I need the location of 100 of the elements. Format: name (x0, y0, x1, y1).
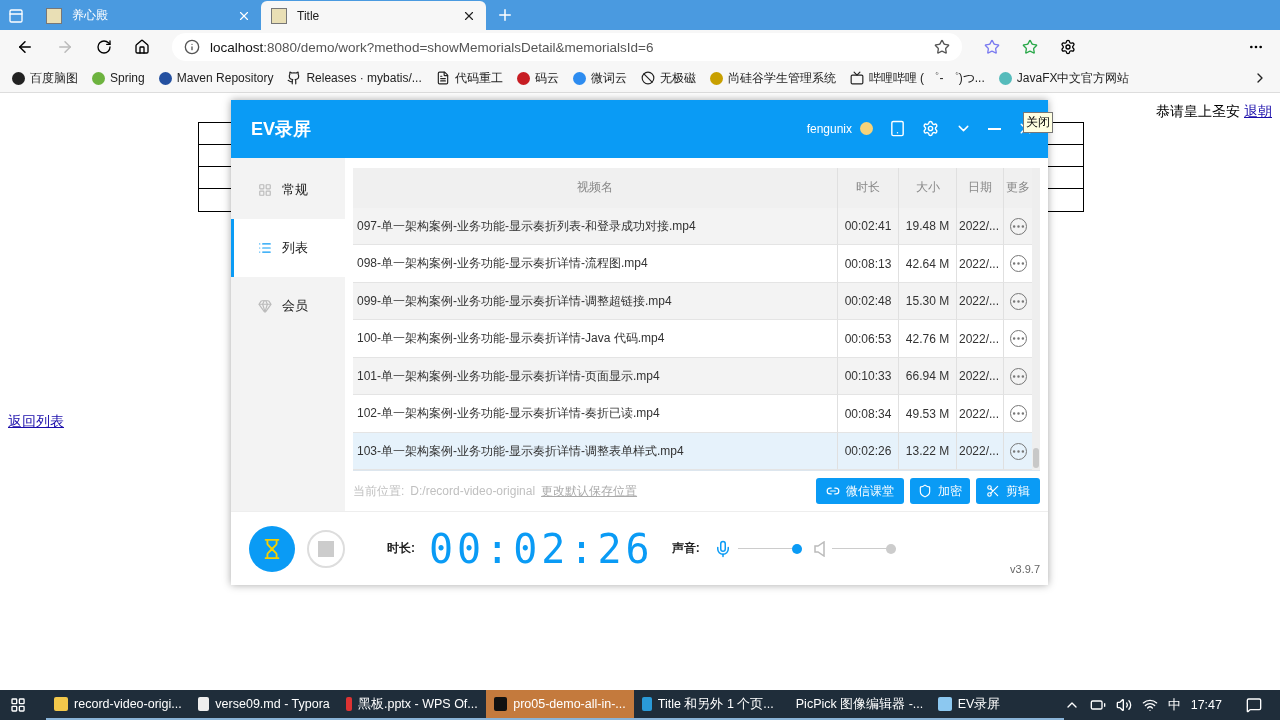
sound-label: 声音: (671, 540, 700, 558)
favorite-icon (934, 39, 950, 55)
back-link[interactable]: 返回列表 (8, 413, 64, 429)
table-cell: 42.76 M (899, 320, 957, 358)
app-icon (641, 697, 652, 711)
back-icon (16, 38, 34, 56)
table-cell: 101-单一架构案例-业务功能-显示奏折详情-页面显示.mp4 (353, 357, 838, 396)
info-icon (184, 39, 200, 55)
scissors-icon (986, 484, 1000, 499)
duration-label: 时长: (387, 540, 415, 558)
greeting-text: 恭请皇上圣安 (1156, 103, 1240, 121)
table-cell: 00:08:34 (838, 395, 899, 433)
app-title: EV录屏 (251, 117, 312, 141)
taskbar-item[interactable]: Title 和另外 1 个页... (633, 690, 782, 720)
table-cell: 00:10:33 (838, 357, 899, 396)
volume-icon (1115, 697, 1132, 713)
bookmark[interactable]: 哔哩哔哩 ( ゜- ゜)つ... (849, 69, 985, 87)
bookmark-icon (572, 71, 586, 85)
taskbar-item[interactable]: 黑板.pptx - WPS Of... (337, 690, 486, 720)
slider-thumb[interactable] (885, 543, 896, 554)
notification-icon (1246, 697, 1262, 713)
slider-thumb[interactable] (791, 543, 802, 554)
app-icon (493, 697, 508, 711)
taskbar-item[interactable]: EV录屏 (929, 690, 1064, 720)
bookmark-icon (92, 71, 105, 85)
nav-item[interactable]: 常规 (231, 160, 345, 219)
table-cell: 102-单一架构案例-业务功能-显示奏折详情-奏折已读.mp4 (353, 395, 838, 433)
minimize-icon[interactable] (988, 127, 1001, 130)
column-header: 日期 (957, 167, 1004, 208)
nav-item[interactable]: 列表 (231, 218, 345, 277)
bookmark[interactable]: 微词云 (572, 69, 627, 87)
app-icon (54, 697, 69, 711)
scrollbar[interactable] (1032, 167, 1040, 471)
table-cell: 49.53 M (899, 395, 957, 433)
favicon-icon (271, 7, 287, 24)
column-header: 大小 (899, 167, 957, 208)
tab-actions-icon (8, 8, 24, 24)
windows-start-icon (10, 696, 27, 714)
battery-icon (1089, 697, 1106, 713)
tablet-icon (889, 120, 906, 138)
bookmark-icon (516, 71, 530, 85)
column-header: 视频名 (353, 167, 838, 208)
table-cell: 2022/... (957, 395, 1004, 433)
bookmark-icon (435, 71, 450, 85)
bookmark-icon (158, 71, 172, 85)
shield-icon (918, 484, 932, 499)
forward-icon (56, 38, 74, 56)
gem-icon (258, 298, 272, 313)
table-cell: 103-单一架构案例-业务功能-显示奏折详情-调整表单样式.mp4 (353, 432, 838, 471)
bookmark[interactable]: Releases · mybatis/... (287, 71, 422, 85)
table-cell: 00:02:48 (838, 282, 899, 321)
table-cell: 2022/... (957, 357, 1004, 396)
table-cell: 097-单一架构案例-业务功能-显示奏折列表-和登录成功对接.mp4 (353, 207, 838, 246)
bookmark[interactable]: Spring (92, 71, 145, 85)
user-name: fengunix (806, 121, 852, 136)
clock: 17:47 (1190, 698, 1222, 712)
taskbar-item[interactable]: PicPick 图像编辑器 -... (781, 690, 930, 720)
stop-button[interactable] (307, 529, 345, 568)
table-cell: 00:06:53 (838, 320, 899, 358)
coin-icon (860, 122, 873, 136)
taskbar-item[interactable]: verse09.md - Typora (189, 690, 338, 720)
table-cell: 13.22 M (899, 432, 957, 471)
bookmark-icon (709, 71, 723, 85)
taskbar-item[interactable]: record-video-origi... (46, 690, 190, 720)
version-text: v3.9.7 (1010, 563, 1040, 575)
browser-tab[interactable]: Title (261, 1, 486, 30)
stop-icon (318, 540, 334, 557)
table-cell: 2022/... (957, 320, 1004, 358)
bookmark-icon (287, 71, 302, 85)
table-cell: 099-单一架构案例-业务功能-显示奏折详情-调整超链接.mp4 (353, 282, 838, 321)
home-icon (134, 39, 150, 55)
nav-item[interactable]: 会员 (231, 276, 345, 335)
table-cell: 098-单一架构案例-业务功能-显示奏折详情-流程图.mp4 (353, 245, 838, 283)
app-icon (345, 697, 352, 711)
bookmark[interactable]: 百度脑图 (12, 69, 78, 87)
record-button[interactable] (249, 525, 295, 572)
location-path: D:/record-video-original (410, 484, 536, 499)
table-cell: 2022/... (957, 432, 1004, 471)
table-cell: 2022/... (957, 245, 1004, 283)
table-cell: 19.48 M (899, 207, 957, 246)
column-header: 时长 (838, 167, 899, 208)
grid-icon (258, 182, 272, 197)
ime-indicator[interactable]: 中 (1167, 696, 1181, 714)
settings-icon (922, 120, 939, 138)
bookmark[interactable]: JavaFX中文官方网站 (998, 69, 1130, 87)
bookmark[interactable]: 无极磁 (640, 69, 696, 87)
bookmark[interactable]: Maven Repository (158, 71, 274, 85)
bookmark[interactable]: 尚硅谷学生管理系统 (709, 69, 836, 87)
table-cell: 100-单一架构案例-业务功能-显示奏折详情-Java 代码.mp4 (353, 320, 838, 358)
table-cell: 66.94 M (899, 357, 957, 396)
wifi-icon (1141, 697, 1158, 713)
bookmark[interactable]: 代码重工 (435, 69, 503, 87)
table-cell: 00:08:13 (838, 245, 899, 283)
address-field[interactable]: localhost:8080/demo/work?method=showMemorialsDetail&memorialsId=6 (172, 33, 962, 61)
bookmark[interactable]: 码云 (516, 69, 559, 87)
logout-link[interactable]: 退朝 (1244, 103, 1272, 121)
app-icon (937, 697, 952, 711)
app-icon (197, 697, 210, 711)
table-cell: 00:02:41 (838, 207, 899, 246)
reload-icon (96, 39, 112, 55)
